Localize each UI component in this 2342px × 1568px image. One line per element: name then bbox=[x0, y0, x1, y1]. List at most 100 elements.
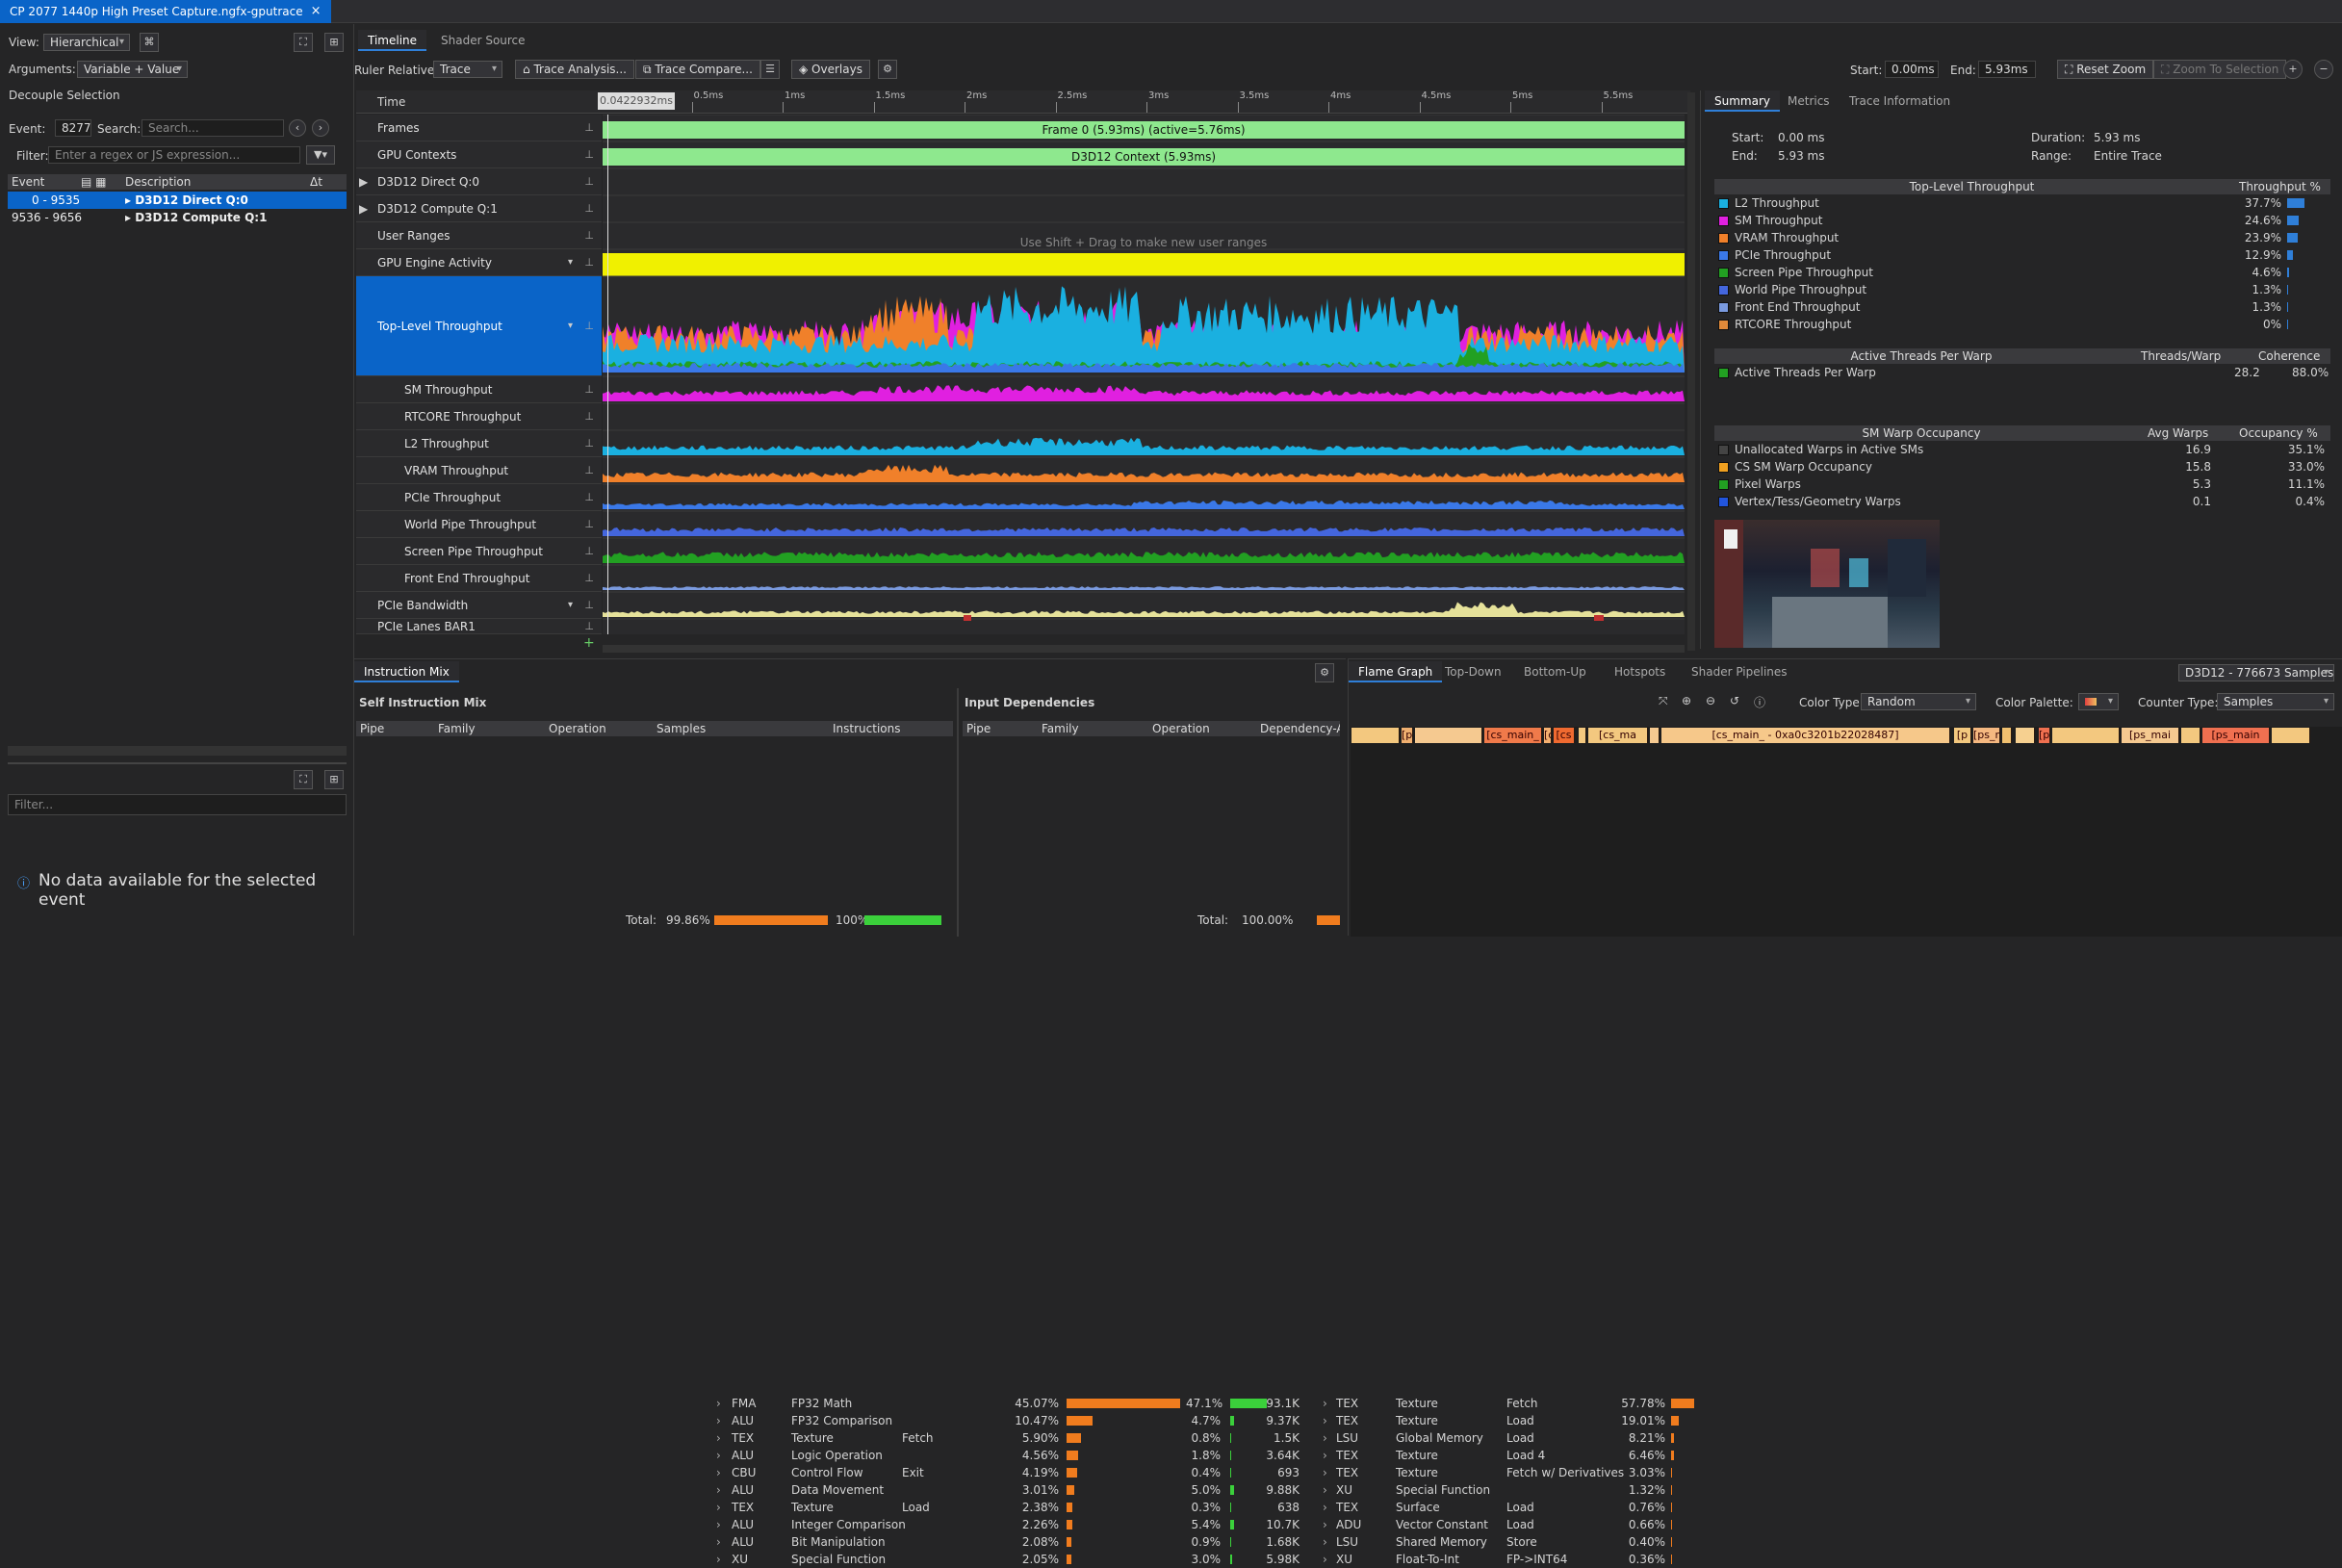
flame-block[interactable]: [p bbox=[1402, 728, 1413, 743]
tab-shader-source[interactable]: Shader Source bbox=[431, 30, 535, 51]
lane-top-level-throughput[interactable]: Top-Level Throughput ▾ ⊥ bbox=[356, 276, 602, 376]
dep-row[interactable]: › ADU Vector Constant Load 0.66% bbox=[1317, 1516, 1694, 1533]
expand-icon[interactable]: ⛶ bbox=[294, 33, 313, 52]
filter-input-bottom[interactable]: Filter... bbox=[8, 794, 347, 815]
lane-rtcore-throughput[interactable]: RTCORE Throughput ⊥ bbox=[356, 403, 602, 430]
timeline-canvas[interactable]: Frame 0 (5.93ms) (active=5.76ms) D3D12 C… bbox=[603, 115, 1685, 634]
flame-block[interactable] bbox=[2002, 728, 2012, 743]
flame-block[interactable] bbox=[2016, 728, 2035, 743]
fit-icon[interactable]: ⤧ bbox=[1659, 694, 1668, 708]
tlt-row[interactable]: RTCORE Throughput 0% bbox=[1714, 316, 2330, 333]
col-dt[interactable]: Δt bbox=[310, 174, 322, 190]
dep-row[interactable]: › TEX Texture Load 19.01% bbox=[1317, 1412, 1694, 1429]
lane-gpu-engine-activity[interactable]: GPU Engine Activity ▾ ⊥ bbox=[356, 249, 602, 276]
dep-row[interactable]: › XU Special Function 1.32% bbox=[1317, 1481, 1694, 1499]
overlays-button[interactable]: ◈ Overlays bbox=[791, 60, 870, 79]
tlt-row[interactable]: L2 Throughput 37.7% bbox=[1714, 194, 2330, 212]
tlt-row[interactable]: PCIe Throughput 12.9% bbox=[1714, 246, 2330, 264]
pin-icon[interactable]: ⊥ bbox=[584, 511, 594, 538]
end-input[interactable]: 5.93ms bbox=[1978, 61, 2036, 78]
flame-block[interactable]: [cs bbox=[1544, 728, 1552, 743]
lane-d3d12-direct-q-0[interactable]: ▶ D3D12 Direct Q:0 ⊥ bbox=[356, 168, 602, 195]
imix-row[interactable]: › ALU FP32 Comparison 10.47% 4.7% 9.37K bbox=[710, 1412, 1307, 1429]
pin-icon[interactable]: ⊥ bbox=[584, 222, 594, 249]
flame-block[interactable] bbox=[1351, 728, 1400, 743]
tab-trace-information[interactable]: Trace Information bbox=[1840, 90, 1960, 112]
tab-summary[interactable]: Summary bbox=[1705, 90, 1780, 112]
occ-row[interactable]: CS SM Warp Occupancy 15.8 33.0% bbox=[1714, 458, 2330, 476]
frame-bar[interactable]: Frame 0 (5.93ms) (active=5.76ms) bbox=[603, 121, 1685, 139]
zoom-out-icon[interactable]: − bbox=[2314, 60, 2333, 79]
imix-row[interactable]: › CBU Control Flow Exit 4.19% 0.4% 693 bbox=[710, 1464, 1307, 1481]
flame-canvas[interactable] bbox=[1351, 727, 2342, 937]
lane-pcie-lanes-bar1[interactable]: PCIe Lanes BAR1 ⊥ bbox=[356, 619, 602, 634]
flame-block[interactable]: [ps_mai bbox=[2122, 728, 2179, 743]
decouple-selection-toggle[interactable]: Decouple Selection bbox=[9, 89, 120, 102]
filter-funnel-icon[interactable]: ▼▾ bbox=[306, 145, 335, 165]
flame-block[interactable] bbox=[2052, 728, 2120, 743]
add-lane-icon[interactable]: + bbox=[583, 635, 595, 651]
settings-gear-icon[interactable]: ⚙ bbox=[878, 60, 897, 79]
pin-icon[interactable]: ⊥ bbox=[584, 376, 594, 403]
settings-gear-icon[interactable]: ⚙ bbox=[1315, 663, 1334, 682]
document-tab[interactable]: CP 2077 1440p High Preset Capture.ngfx-g… bbox=[0, 0, 331, 23]
occ-row[interactable]: Unallocated Warps in Active SMs 16.9 35.… bbox=[1714, 441, 2330, 458]
trace-compare-button[interactable]: ⧉ Trace Compare... bbox=[635, 60, 760, 79]
dep-row[interactable]: › TEX Texture Fetch 57.78% bbox=[1317, 1395, 1694, 1412]
zoom-in-icon[interactable]: + bbox=[2283, 60, 2303, 79]
reset-zoom-button[interactable]: ⛶ Reset Zoom bbox=[2057, 60, 2154, 79]
trace-analysis-button[interactable]: ⌂ Trace Analysis... bbox=[515, 60, 634, 79]
reset-icon[interactable]: ↺ bbox=[1730, 694, 1739, 707]
imix-row[interactable]: › FMA FP32 Math 45.07% 47.1% 93.1K bbox=[710, 1395, 1307, 1412]
dep-row[interactable]: › LSU Global Memory Load 8.21% bbox=[1317, 1429, 1694, 1447]
context-bar[interactable]: D3D12 Context (5.93ms) bbox=[603, 148, 1685, 166]
pin-icon[interactable]: ⊥ bbox=[584, 168, 594, 195]
flame-block[interactable] bbox=[2272, 728, 2310, 743]
tab-instruction-mix[interactable]: Instruction Mix bbox=[354, 661, 459, 682]
event-input[interactable]: 8277 bbox=[55, 119, 91, 137]
expand-icon[interactable]: ⛶ bbox=[294, 770, 313, 789]
tab-flame-graph[interactable]: Flame Graph bbox=[1349, 661, 1443, 682]
float-icon[interactable]: ⊞ bbox=[324, 33, 344, 52]
imix-row[interactable]: › ALU Integer Comparison 2.26% 5.4% 10.7… bbox=[710, 1516, 1307, 1533]
color-type-select[interactable]: Random bbox=[1861, 693, 1976, 710]
dep-row[interactable]: › LSU Shared Memory Store 0.40% bbox=[1317, 1533, 1694, 1551]
flame-block[interactable]: [p bbox=[1954, 728, 1971, 743]
tab-bottom-up[interactable]: Bottom-Up bbox=[1514, 661, 1596, 682]
time-ruler[interactable]: Time 0.5ms 1ms 1.5ms 2ms 2.5ms 3ms 3.5ms 4ms 4.5… bbox=[356, 90, 1690, 114]
pin-icon[interactable]: ⊥ bbox=[584, 538, 594, 565]
zoom-to-selection-button[interactable]: ⛶ Zoom To Selection bbox=[2153, 60, 2287, 79]
close-icon[interactable]: × bbox=[311, 0, 322, 23]
tlt-row[interactable]: Front End Throughput 1.3% bbox=[1714, 298, 2330, 316]
hierarchy-icon[interactable]: ⌘ bbox=[140, 33, 159, 52]
event-h-scrollbar[interactable] bbox=[8, 746, 347, 756]
lane-screen-pipe-throughput[interactable]: Screen Pipe Throughput ⊥ bbox=[356, 538, 602, 565]
flame-block[interactable] bbox=[1579, 728, 1586, 743]
flame-block[interactable] bbox=[2181, 728, 2200, 743]
samples-select[interactable]: D3D12 - 776673 Samples bbox=[2178, 664, 2334, 681]
lane-front-end-throughput[interactable]: Front End Throughput ⊥ bbox=[356, 565, 602, 592]
flame-block[interactable]: [ps_ma bbox=[1973, 728, 2000, 743]
flame-block[interactable]: [p bbox=[2039, 728, 2050, 743]
filter-input[interactable]: Enter a regex or JS expression... bbox=[48, 146, 300, 164]
event-row-direct[interactable]: 0 - 9535 ▸ D3D12 Direct Q:0 bbox=[8, 192, 347, 209]
pin-icon[interactable]: ⊥ bbox=[584, 457, 594, 484]
imix-row[interactable]: › TEX Texture Fetch 5.90% 0.8% 1.5K bbox=[710, 1429, 1307, 1447]
occ-row[interactable]: Pixel Warps 5.3 11.1% bbox=[1714, 476, 2330, 493]
tlt-row[interactable]: Screen Pipe Throughput 4.6% bbox=[1714, 264, 2330, 281]
lane-pcie-bandwidth[interactable]: PCIe Bandwidth ▾ ⊥ bbox=[356, 592, 602, 619]
pin-icon[interactable]: ⊥ bbox=[584, 195, 594, 222]
imix-row[interactable]: › XU Special Function 2.05% 3.0% 5.98K bbox=[710, 1551, 1307, 1568]
lane-user-ranges[interactable]: User Ranges ⊥ bbox=[356, 222, 602, 249]
pin-icon[interactable]: ⊥ bbox=[584, 276, 594, 376]
zoom-in-icon[interactable]: ⊕ bbox=[1682, 694, 1691, 707]
zoom-out-icon[interactable]: ⊖ bbox=[1706, 694, 1715, 707]
pin-icon[interactable]: ⊥ bbox=[584, 141, 594, 168]
flame-block[interactable]: [cs_main_ - 0xa0c3201b22028487] bbox=[1661, 728, 1950, 743]
pin-icon[interactable]: ⊥ bbox=[584, 403, 594, 430]
timeline-h-scrollbar[interactable] bbox=[603, 645, 1685, 653]
flame-block[interactable] bbox=[1650, 728, 1660, 743]
dep-row[interactable]: › TEX Texture Load 4 6.46% bbox=[1317, 1447, 1694, 1464]
flame-block[interactable]: [cs bbox=[1554, 728, 1575, 743]
info-icon[interactable]: ⓘ bbox=[1754, 694, 1765, 710]
